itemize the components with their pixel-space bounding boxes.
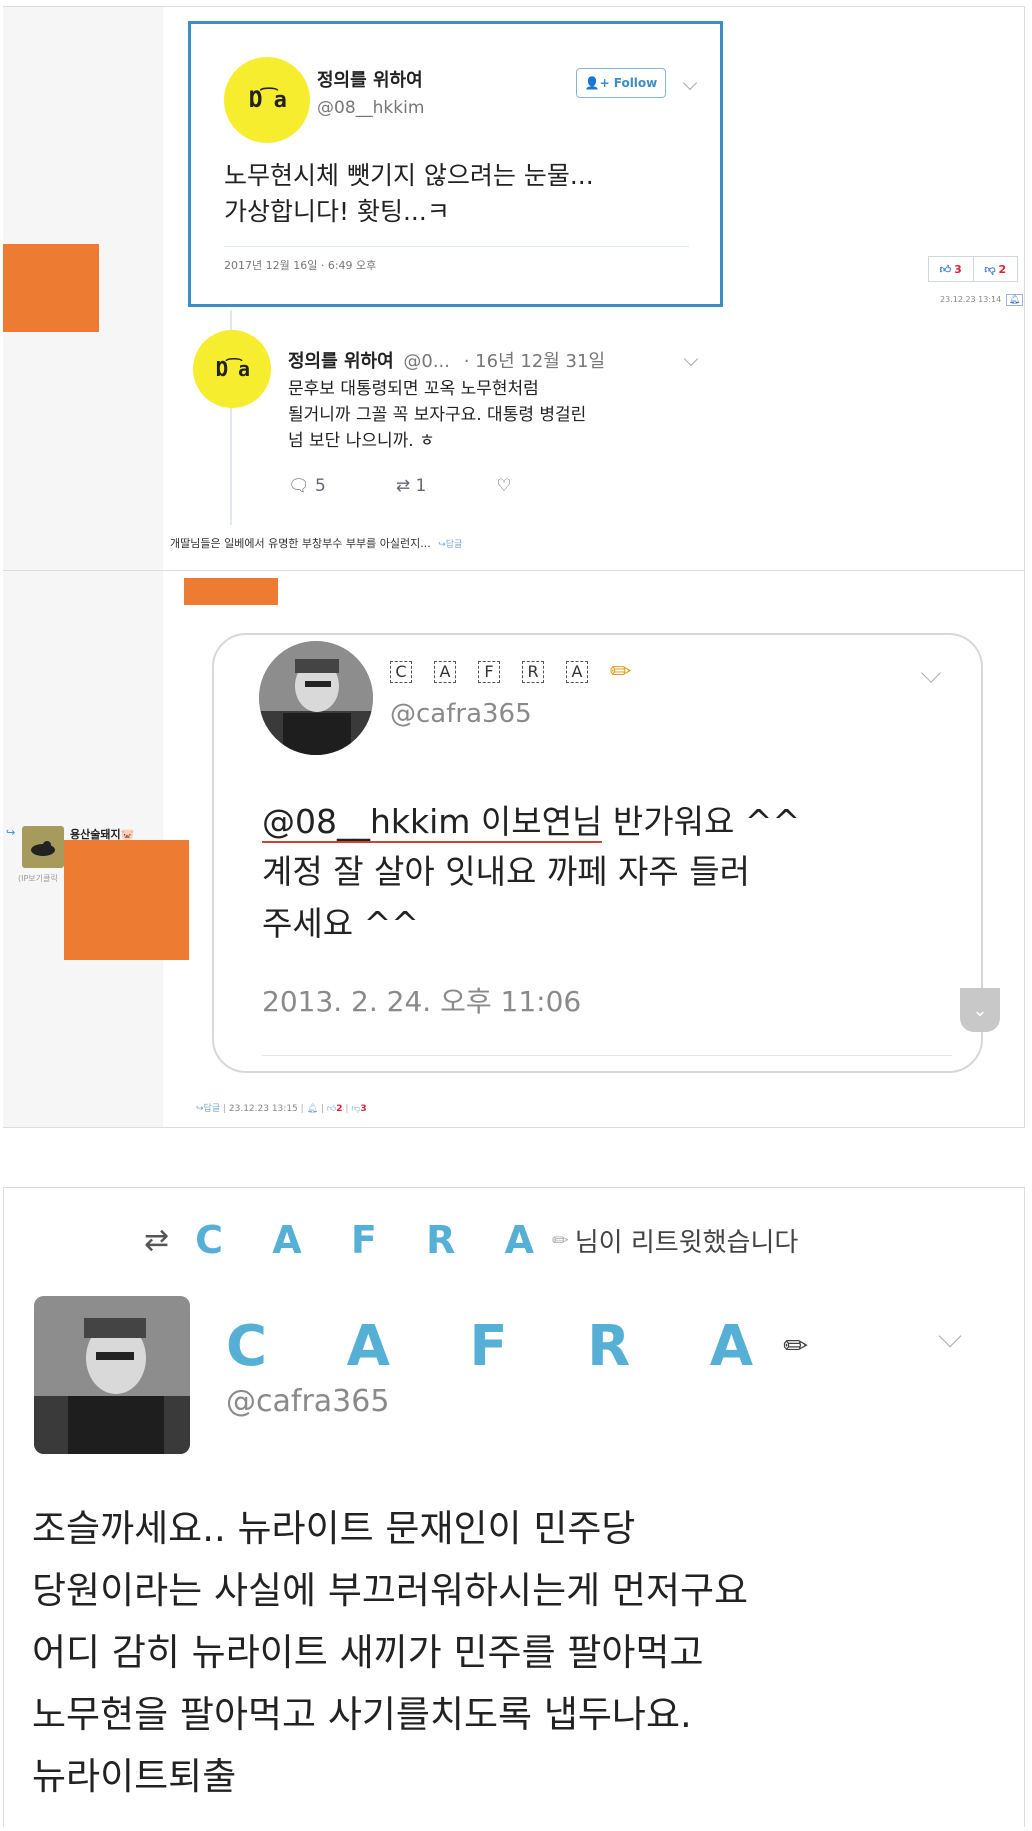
tweet-text: 노무현시체 뺏기지 않으려는 눈물... (224, 161, 594, 190)
download-button[interactable]: ⌄ (960, 988, 1000, 1032)
redaction-block (64, 840, 189, 960)
pencil-icon: ✏ (610, 657, 632, 687)
chevron-down-icon: ⌄ (972, 999, 988, 1021)
thumbs-up-icon: 👍︎ (939, 262, 952, 276)
tweet-author-name: C A F R A ✏ (226, 1314, 809, 1379)
comment-timestamp: 23.12.23 13:15 (228, 1104, 298, 1114)
tweet-text: 뉴라이트퇴출 (32, 1755, 237, 1798)
tweet-author-handle: @0... (403, 351, 450, 372)
reply-arrow-icon: ↪ (6, 826, 16, 839)
tweet-text: 넘 보단 나으니까. ㅎ (288, 431, 435, 451)
divider (262, 1055, 952, 1056)
tweet-date: · 16년 12월 31일 (463, 351, 606, 372)
reply-link[interactable]: ↪답글 (438, 540, 462, 550)
tweet-card: ⇄ C A F R A ✏ 님이 리트윗했습니다 C A F R A ✏ @ca… (3, 1187, 1025, 1827)
comment-divider (3, 570, 1025, 571)
tweet-author-name: C A F R A ✏ (390, 657, 632, 687)
tweet-author-handle: @08__hkkim (317, 98, 425, 118)
tweet-text: 노무현을 팔아먹고 사기를치도록 냅두나요. (32, 1693, 692, 1736)
upvote-button[interactable]: 👍︎2 (327, 1104, 343, 1114)
tweet-text: 주세요 ^^ (262, 904, 419, 943)
redaction-block (184, 578, 278, 605)
tweet-text: 당원이라는 사실에 부끄러워하시는게 먼저구요 (32, 1569, 749, 1612)
tweet-date: 2017년 12월 16일 · 6:49 오후 (224, 259, 377, 272)
tweet-author-handle: @cafra365 (226, 1384, 390, 1419)
avatar: Ɒ͡a (193, 330, 271, 408)
user-avatar[interactable] (22, 826, 64, 868)
avatar (34, 1296, 190, 1454)
ip-view-link[interactable]: (IP보기클릭 (18, 873, 58, 884)
reply-action[interactable]: 🗨 5 (288, 476, 326, 496)
tweet-date: 2013. 2. 24. 오후 11:06 (262, 985, 582, 1018)
vote-box: 👍︎ 3 👎︎ 2 (928, 256, 1018, 282)
tweet-author-name: 정의를 위하여 (288, 351, 394, 372)
avatar (259, 641, 373, 755)
like-icon[interactable]: ♡ (496, 476, 511, 496)
report-bell-icon[interactable]: 🔔︎ (307, 1104, 318, 1114)
chevron-down-icon[interactable] (921, 663, 941, 683)
pencil-icon: ✏ (783, 1329, 809, 1364)
thumbs-down-icon: 👎︎ (984, 262, 996, 276)
tweet-text: @08__hkkim 이보연님 반가워요 ^^ (262, 802, 801, 843)
retweet-icon: ⇄ (144, 1222, 170, 1258)
avatar: Ɒ͡a (224, 57, 310, 143)
comment-meta: ↪답글 | 23.12.23 13:15 | 🔔︎ | 👍︎2 | 👎︎3 (196, 1104, 367, 1114)
tweet-text: 계정 잘 살아 잇내요 까페 자주 들러 (262, 852, 750, 891)
tweet-text: 조슬까세요.. 뉴라이트 문재인이 민주당 (32, 1507, 636, 1550)
reply-link[interactable]: ↪답글 (196, 1104, 220, 1114)
tweet-card: Ɒ͡a 정의를 위하여 @08__hkkim 👤+ Follow 노무현시체 뺏… (188, 21, 723, 307)
tweet-text: 어디 감히 뉴라이트 새끼가 민주를 팔아먹고 (32, 1631, 704, 1674)
report-bell-icon[interactable]: 🔔︎ (1005, 294, 1024, 306)
username[interactable]: 용산술돼지🐷 (70, 826, 134, 842)
tweet-text: 가상합니다! 홧팅...ㅋ (224, 197, 450, 226)
divider (224, 246, 689, 247)
downvote-button[interactable]: 👎︎ 2 (972, 257, 1018, 281)
mention-link[interactable]: @08__hkkim 이보연님 (262, 802, 603, 843)
redaction-block (3, 244, 99, 332)
tweet-author-name: 정의를 위하여 (317, 70, 423, 91)
chevron-down-icon[interactable] (682, 75, 698, 91)
tweet-text: 될거니까 그꼴 꼭 보자구요. 대통령 병걸린 (288, 405, 587, 425)
tweet-reply: Ɒ͡a 정의를 위하여 @0... · 16년 12월 31일 문후보 대통령되… (178, 310, 752, 525)
retweet-action[interactable]: ⇄ 1 (396, 476, 426, 496)
tweet-card: C A F R A ✏ @cafra365 @08__hkkim 이보연님 반가… (212, 633, 983, 1073)
upvote-button[interactable]: 👍︎ 3 (929, 257, 973, 281)
comment-timestamp: 23.12.23 13:14 🔔︎ (940, 294, 1024, 306)
tweet-text: 문후보 대통령되면 꼬옥 노무현처럼 (288, 379, 539, 399)
tweet-author-handle: @cafra365 (390, 699, 532, 729)
pencil-icon: ✏ (551, 1228, 569, 1252)
retweet-icon: ⇄ (395, 476, 411, 496)
chevron-down-icon[interactable] (938, 1324, 962, 1348)
retweet-banner: ⇄ C A F R A ✏ 님이 리트윗했습니다 (144, 1218, 799, 1262)
downvote-button[interactable]: 👎︎3 (351, 1104, 366, 1114)
add-user-icon: 👤+ (584, 76, 610, 90)
comment-text: 개딸님들은 일베에서 유명한 부창부수 부부를 아실런지... ↪답글 (170, 537, 463, 550)
follow-button[interactable]: 👤+ Follow (576, 68, 666, 98)
chevron-down-icon[interactable] (683, 351, 699, 367)
reply-icon: 🗨 (288, 476, 310, 496)
